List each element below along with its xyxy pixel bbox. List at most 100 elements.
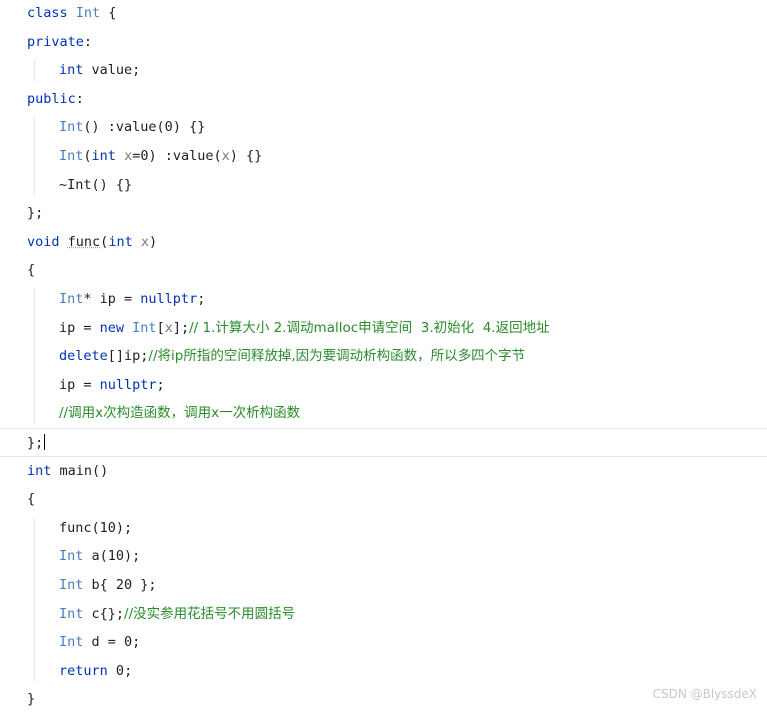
code-line-text: Int a(10);	[59, 542, 140, 571]
code-line[interactable]: {	[0, 485, 767, 514]
code-line[interactable]: ip = new Int[x];// 1.计算大小 2.调动malloc申请空间…	[0, 314, 767, 343]
code-line-text: Int d = 0;	[59, 628, 140, 657]
code-line[interactable]: int value;	[0, 56, 767, 85]
code-line[interactable]: public:	[0, 85, 767, 114]
code-token: func	[67, 233, 101, 250]
code-token: x	[164, 319, 173, 336]
code-token: func(	[59, 519, 100, 536]
code-line[interactable]: class Int {	[0, 0, 767, 28]
code-token: void	[27, 233, 60, 250]
code-token: =0) :value(	[132, 148, 222, 164]
code-line[interactable]: ~Int() {}	[0, 171, 767, 200]
code-line[interactable]: Int* ip = nullptr;	[0, 285, 767, 314]
code-line-text: {	[27, 256, 35, 285]
code-token: Int	[59, 119, 84, 136]
code-token: {	[100, 5, 117, 21]
code-token: new	[99, 319, 125, 336]
indent-guide	[34, 117, 35, 196]
code-token: ) {}	[172, 119, 206, 136]
code-token: ip =	[59, 376, 100, 393]
code-line[interactable]: Int() :value(0) {}	[0, 113, 767, 142]
code-token: private	[27, 33, 84, 50]
code-token: nullptr	[99, 376, 157, 393]
code-token: int	[59, 62, 84, 79]
code-token: // 1.计算大小 2.调动malloc申请空间 3.初始化 4.返回地址	[189, 319, 550, 336]
code-token: Int	[59, 148, 84, 164]
code-line[interactable]: {	[0, 256, 767, 285]
code-token: () :value(	[83, 119, 165, 136]
code-token: };	[27, 435, 44, 451]
code-token: [	[156, 319, 165, 336]
code-line-text: class Int {	[27, 0, 116, 28]
code-token: ~Int() {}	[59, 176, 133, 193]
code-token: 10	[107, 548, 125, 565]
code-line-text: };	[27, 429, 46, 458]
code-token: :	[75, 90, 84, 107]
code-line[interactable]: func(10);	[0, 514, 767, 543]
code-line[interactable]: void func(int x)	[0, 228, 767, 257]
code-line[interactable]: Int b{ 20 };	[0, 571, 767, 600]
code-token: {	[27, 262, 36, 279]
code-line-text: Int b{ 20 };	[59, 571, 157, 600]
code-token: }	[27, 691, 36, 708]
code-token: ;	[124, 662, 133, 679]
code-token: return	[59, 662, 108, 679]
code-token: delete	[59, 348, 108, 365]
code-token: Int	[59, 605, 84, 622]
code-token: 0	[124, 634, 133, 651]
code-token: d =	[83, 634, 125, 651]
code-line[interactable]: private:	[0, 28, 767, 57]
text-cursor	[44, 434, 46, 450]
code-token: Int	[59, 634, 84, 651]
code-line-text: ~Int() {}	[59, 171, 132, 200]
code-line-text: };	[27, 199, 43, 228]
code-token: );	[115, 519, 133, 536]
code-token: ;	[197, 291, 206, 307]
code-token: ];	[172, 319, 190, 336]
code-token: ) {}	[229, 148, 263, 164]
code-token: a(	[83, 548, 108, 565]
indent-guide	[34, 60, 35, 81]
code-line[interactable]: Int c{};//没实参用花括号不用圆括号	[0, 600, 767, 629]
code-line-text: int value;	[59, 56, 140, 85]
code-line-text: void func(int x)	[27, 228, 157, 257]
code-token: //没实参用花括号不用圆括号	[124, 605, 296, 622]
code-line[interactable]: };	[0, 428, 767, 457]
code-token: 10	[99, 519, 116, 536]
code-editor[interactable]: class Int {private: int value; public: Int(…	[0, 0, 767, 709]
code-line-text: delete[]ip;//将ip所指的空间释放掉,因为要调动析构函数，所以多四个…	[59, 342, 525, 371]
code-token: int	[108, 233, 133, 250]
code-line-text: func(10);	[59, 514, 132, 543]
code-line[interactable]: };	[0, 199, 767, 228]
code-line[interactable]: Int d = 0;	[0, 628, 767, 657]
code-token: ip =	[59, 319, 100, 336]
code-line-text: Int* ip = nullptr;	[59, 285, 205, 314]
code-line[interactable]: Int(int x=0) :value(x) {}	[0, 142, 767, 171]
indent-guide	[34, 517, 35, 682]
code-line-text: Int() :value(0) {}	[59, 113, 205, 142]
code-line[interactable]: Int a(10);	[0, 542, 767, 571]
code-token: Int	[59, 291, 84, 307]
code-line[interactable]: //调用x次构造函数，调用x一次析构函数	[0, 399, 767, 428]
code-line-text: }	[27, 685, 35, 714]
code-token: public	[27, 90, 76, 107]
code-token: 0	[164, 119, 173, 136]
code-token: //将ip所指的空间释放掉,因为要调动析构函数，所以多四个字节	[148, 348, 526, 365]
code-token: x	[140, 233, 149, 250]
code-line-text: {	[27, 485, 35, 514]
code-token: //调用x次构造函数，调用x一次析构函数	[59, 405, 301, 422]
code-token: nullptr	[140, 291, 198, 307]
code-line[interactable]: delete[]ip;//将ip所指的空间释放掉,因为要调动析构函数，所以多四个…	[0, 342, 767, 371]
code-line-text: Int c{};//没实参用花括号不用圆括号	[59, 600, 295, 629]
code-line[interactable]: return 0;	[0, 657, 767, 686]
code-token: b{	[83, 577, 116, 593]
code-line-text: int main()	[27, 457, 108, 486]
code-line[interactable]: ip = nullptr;	[0, 371, 767, 400]
code-line-text: //调用x次构造函数，调用x一次析构函数	[59, 399, 300, 428]
code-token: {	[27, 491, 36, 508]
code-line-text: ip = nullptr;	[59, 371, 165, 400]
code-line[interactable]: int main()	[0, 457, 767, 486]
